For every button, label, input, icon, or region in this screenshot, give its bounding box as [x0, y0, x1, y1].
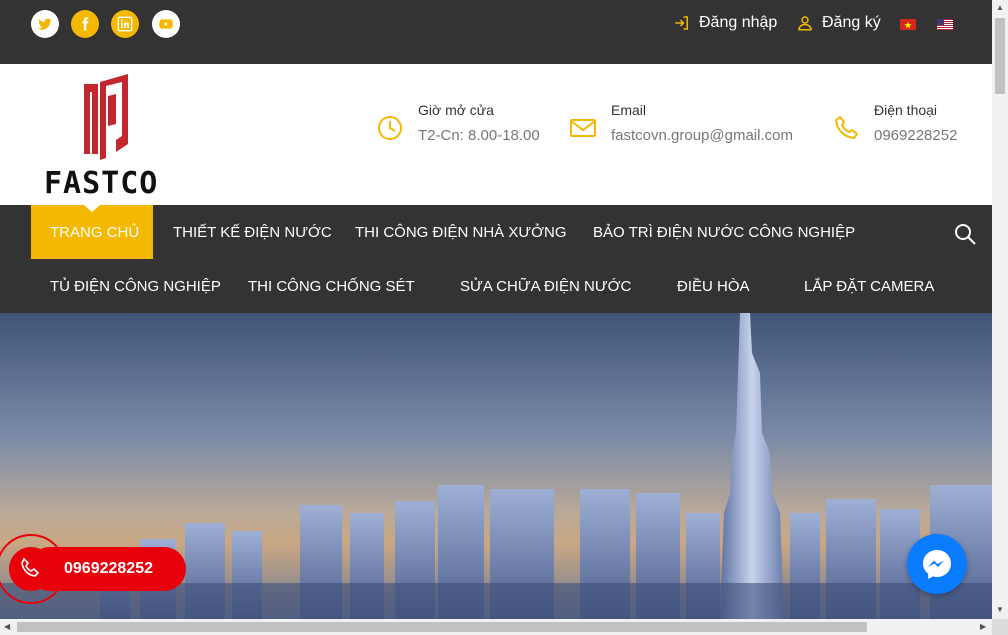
nav-item-dieu-hoa[interactable]: ĐIỀU HÒA — [677, 278, 750, 295]
scroll-up-arrow-icon[interactable]: ▲ — [996, 4, 1004, 12]
nav-item-bao-tri-dien-nuoc[interactable]: BẢO TRÌ ĐIỆN NƯỚC CÔNG NGHIỆP — [593, 224, 855, 241]
facebook-icon[interactable] — [71, 10, 99, 38]
login-label: Đăng nhập — [699, 14, 778, 31]
phone-ring-icon — [0, 534, 66, 604]
logo-mark — [84, 74, 128, 160]
twitter-icon[interactable] — [31, 10, 59, 38]
nav-item-trang-chu[interactable]: TRANG CHỦ — [50, 224, 139, 241]
nav-item-thi-cong-chong-set[interactable]: THI CÔNG CHỐNG SÉT — [248, 278, 415, 295]
site-header: FASTCO Giờ mở cửa T2-Cn: 8.00-18.00 Emai… — [0, 64, 992, 205]
user-icon — [798, 16, 812, 31]
vertical-scrollbar[interactable]: ▲ ▼ — [992, 0, 1008, 619]
messenger-icon — [923, 550, 951, 579]
phone-label: Điện thoại — [874, 102, 938, 118]
login-link[interactable]: Đăng nhập — [673, 14, 777, 32]
logo-text: FASTCO — [44, 166, 159, 201]
hours-value: T2-Cn: 8.00-18.00 — [418, 127, 540, 144]
us-flag-icon[interactable] — [937, 19, 953, 30]
register-link[interactable]: Đăng ký — [796, 14, 881, 32]
nav-item-thiet-ke-dien-nuoc[interactable]: THIẾT KẾ ĐIỆN NƯỚC — [173, 224, 332, 241]
fastco-logo[interactable]: FASTCO — [40, 74, 172, 201]
nav-item-thi-cong-dien-nha-xuong[interactable]: THI CÔNG ĐIỆN NHÀ XƯỞNG — [355, 224, 567, 241]
email-label: Email — [611, 102, 647, 118]
scroll-left-arrow-icon[interactable]: ◀ — [4, 623, 10, 631]
nav-item-tu-dien-cong-nghiep[interactable]: TỦ ĐIỆN CÔNG NGHIỆP — [50, 278, 221, 295]
register-label: Đăng ký — [822, 14, 881, 31]
hotline-number: 0969228252 — [64, 560, 153, 577]
youtube-icon[interactable] — [152, 10, 180, 38]
nav-item-lap-dat-camera[interactable]: LẮP ĐẶT CAMERA — [804, 278, 934, 295]
phone-icon — [835, 116, 858, 139]
envelope-icon — [570, 119, 596, 137]
hotline-button[interactable]: 0969228252 — [0, 527, 190, 611]
login-icon — [675, 16, 688, 30]
search-icon[interactable] — [953, 222, 977, 246]
messenger-button[interactable] — [907, 534, 967, 594]
scroll-right-arrow-icon[interactable]: ▶ — [980, 623, 986, 631]
scroll-down-arrow-icon[interactable]: ▼ — [996, 606, 1004, 614]
phone-value[interactable]: 0969228252 — [874, 127, 957, 144]
hours-label: Giờ mở cửa — [418, 102, 494, 118]
scrollbar-corner — [992, 619, 1008, 635]
top-bar: Đăng nhập Đăng ký — [0, 0, 992, 64]
horizontal-scrollbar[interactable]: ◀ ▶ — [0, 619, 992, 635]
nav-item-sua-chua-dien-nuoc[interactable]: SỬA CHỮA ĐIỆN NƯỚC — [460, 278, 631, 295]
horizontal-scrollbar-thumb[interactable] — [17, 622, 867, 632]
main-nav: TRANG CHỦ THIẾT KẾ ĐIỆN NƯỚC THI CÔNG ĐI… — [0, 205, 992, 313]
email-value[interactable]: fastcovn.group@gmail.com — [611, 127, 793, 144]
vietnamese-flag-icon[interactable] — [900, 19, 916, 30]
linkedin-icon[interactable] — [111, 10, 139, 38]
clock-icon — [378, 116, 402, 140]
vertical-scrollbar-thumb[interactable] — [995, 18, 1005, 94]
